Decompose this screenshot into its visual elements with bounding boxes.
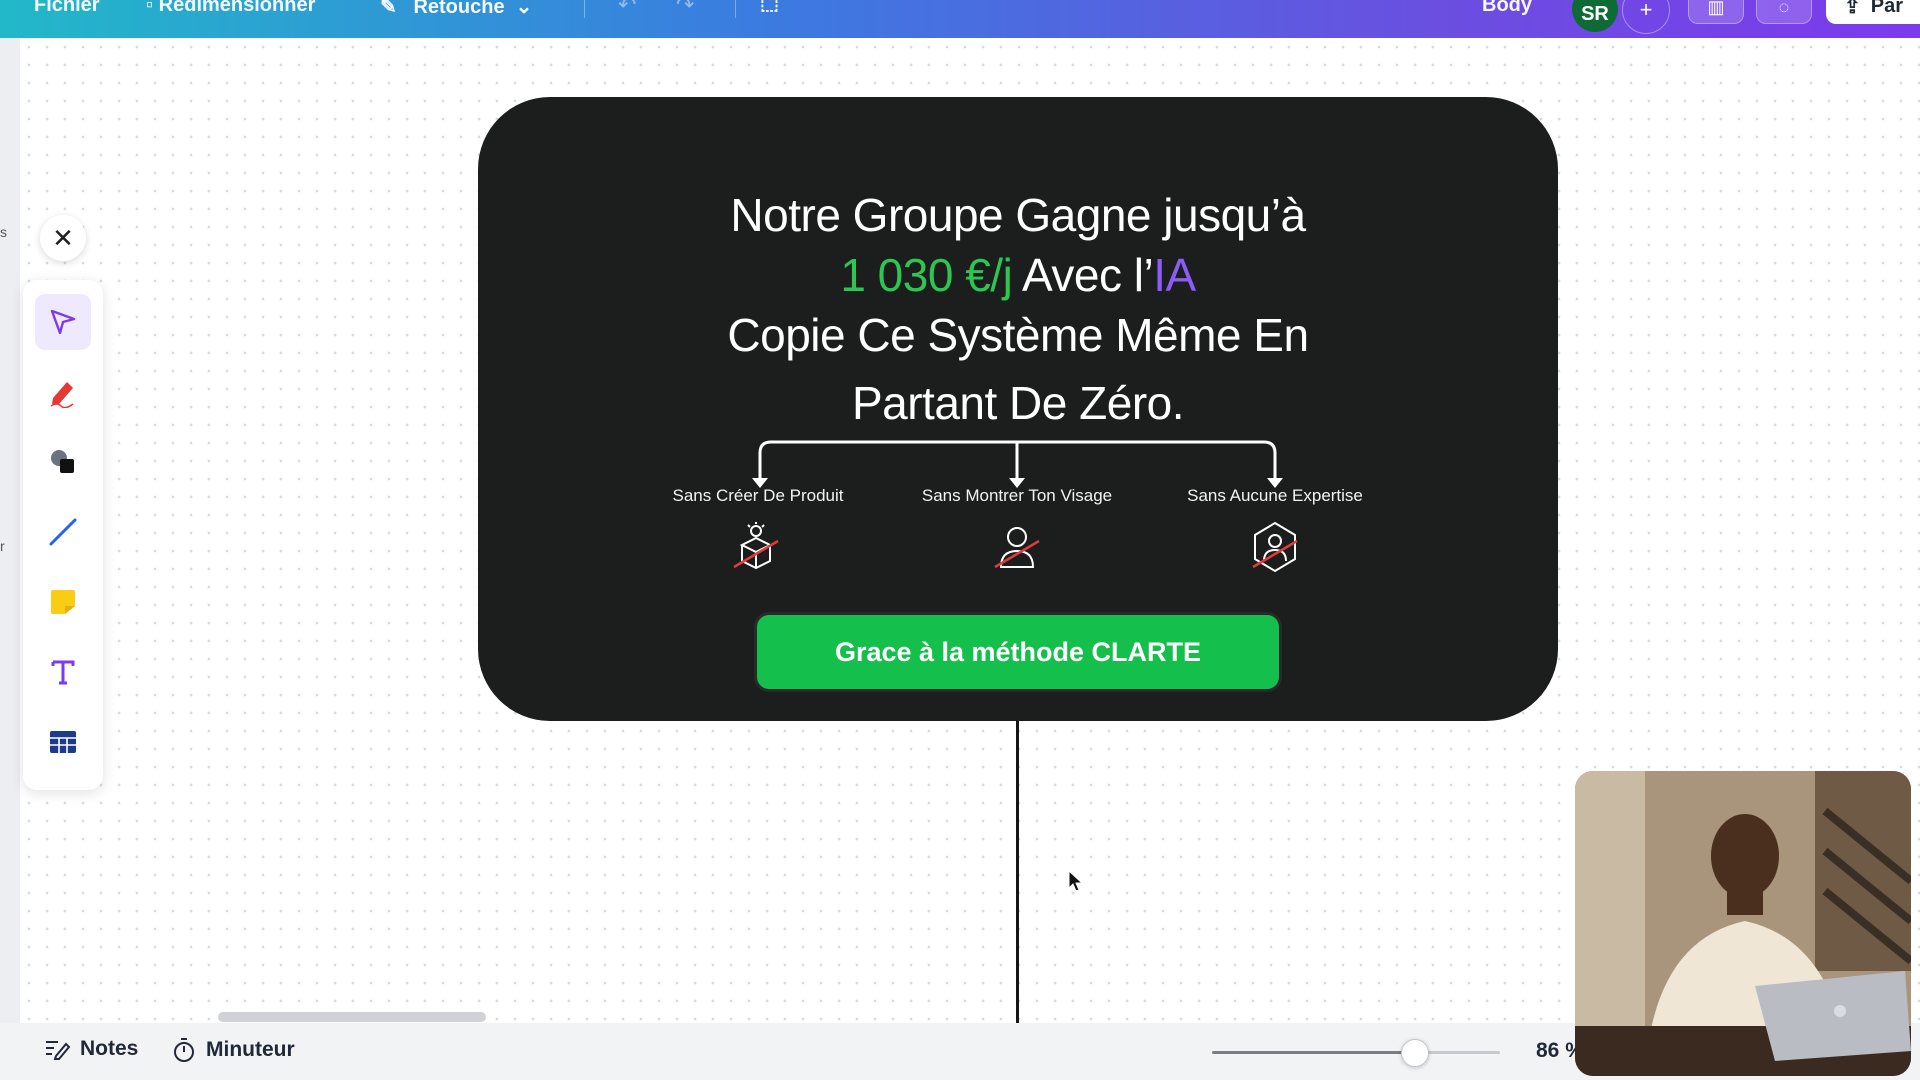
top-bar: Fichier ▫ Redimensionner ✎ Retouche ⌄ ↶ … [0, 0, 1920, 38]
analytics-button[interactable]: ▥ [1688, 0, 1744, 24]
divider [735, 0, 736, 18]
feature-label: Sans Créer De Produit [672, 486, 844, 505]
design-card[interactable]: Notre Groupe Gagne jusqu’à 1 030 €/j Ave… [478, 97, 1558, 721]
draw-icon [50, 382, 74, 408]
plus-icon: + [1639, 0, 1653, 22]
brush-icon: ✎ [380, 0, 397, 18]
share-icon: ⇪ [1844, 0, 1861, 18]
no-expertise-icon [1252, 521, 1298, 573]
tool-panel [23, 280, 103, 790]
feature-label: Sans Aucune Expertise [1187, 486, 1363, 505]
no-product-icon [733, 522, 779, 570]
table-tool[interactable] [35, 714, 91, 770]
retouch-button[interactable]: ✎ Retouche ⌄ [380, 0, 532, 19]
cloud-save-icon[interactable]: ⬚ [760, 0, 779, 15]
connector-line[interactable] [1016, 721, 1019, 1023]
redo-icon[interactable]: ↷ [676, 0, 694, 18]
undo-icon[interactable]: ↶ [618, 0, 636, 18]
avatar[interactable]: SR [1572, 0, 1618, 32]
zoom-slider-handle[interactable] [1400, 1039, 1429, 1067]
select-tool[interactable] [35, 294, 91, 350]
shapes-icon [51, 450, 74, 473]
line-icon [49, 518, 77, 546]
page-title[interactable]: Body [1482, 0, 1532, 17]
text-tool[interactable] [35, 644, 91, 700]
timer-button[interactable]: Minuteur [172, 1037, 295, 1063]
mouse-cursor-icon [1068, 870, 1084, 892]
close-icon: ✕ [52, 222, 74, 253]
webcam-overlay [1575, 771, 1911, 1076]
text-icon [51, 660, 75, 685]
resize-icon: ▫ [146, 0, 154, 16]
line-tool[interactable] [35, 504, 91, 560]
left-edge-panel: s r [0, 38, 20, 1023]
resize-button[interactable]: ▫ Redimensionner [146, 0, 315, 17]
close-toolbar-button[interactable]: ✕ [40, 215, 86, 261]
sticky-note-tool[interactable] [35, 574, 91, 630]
shapes-tool[interactable] [35, 434, 91, 490]
comment-icon: ◌ [1778, 0, 1790, 17]
draw-tool[interactable] [35, 364, 91, 420]
edge-glyph: r [0, 538, 5, 554]
add-collaborator-button[interactable]: + [1622, 0, 1670, 34]
horizontal-scrollbar[interactable] [218, 1012, 486, 1022]
notes-button[interactable]: Notes [44, 1037, 138, 1061]
table-icon [50, 731, 76, 753]
share-button[interactable]: ⇪ Par [1826, 0, 1920, 24]
divider [584, 0, 585, 18]
zoom-slider-fill [1212, 1051, 1414, 1054]
chart-icon: ▥ [1707, 0, 1725, 17]
timer-icon [174, 1038, 194, 1062]
chevron-down-icon: ⌄ [510, 0, 533, 18]
select-icon [50, 309, 76, 335]
no-face-icon [994, 527, 1040, 569]
zoom-slider[interactable] [1212, 1039, 1500, 1067]
presenter-video [1575, 771, 1911, 1076]
edge-glyph: s [0, 224, 7, 240]
file-menu[interactable]: Fichier [34, 0, 100, 17]
comments-button[interactable]: ◌ [1756, 0, 1812, 24]
sticky-note-icon [51, 590, 75, 614]
cta-button[interactable]: Grace à la méthode CLARTE [757, 615, 1279, 689]
feature-label: Sans Montrer Ton Visage [921, 486, 1113, 505]
notes-icon [46, 1041, 70, 1060]
